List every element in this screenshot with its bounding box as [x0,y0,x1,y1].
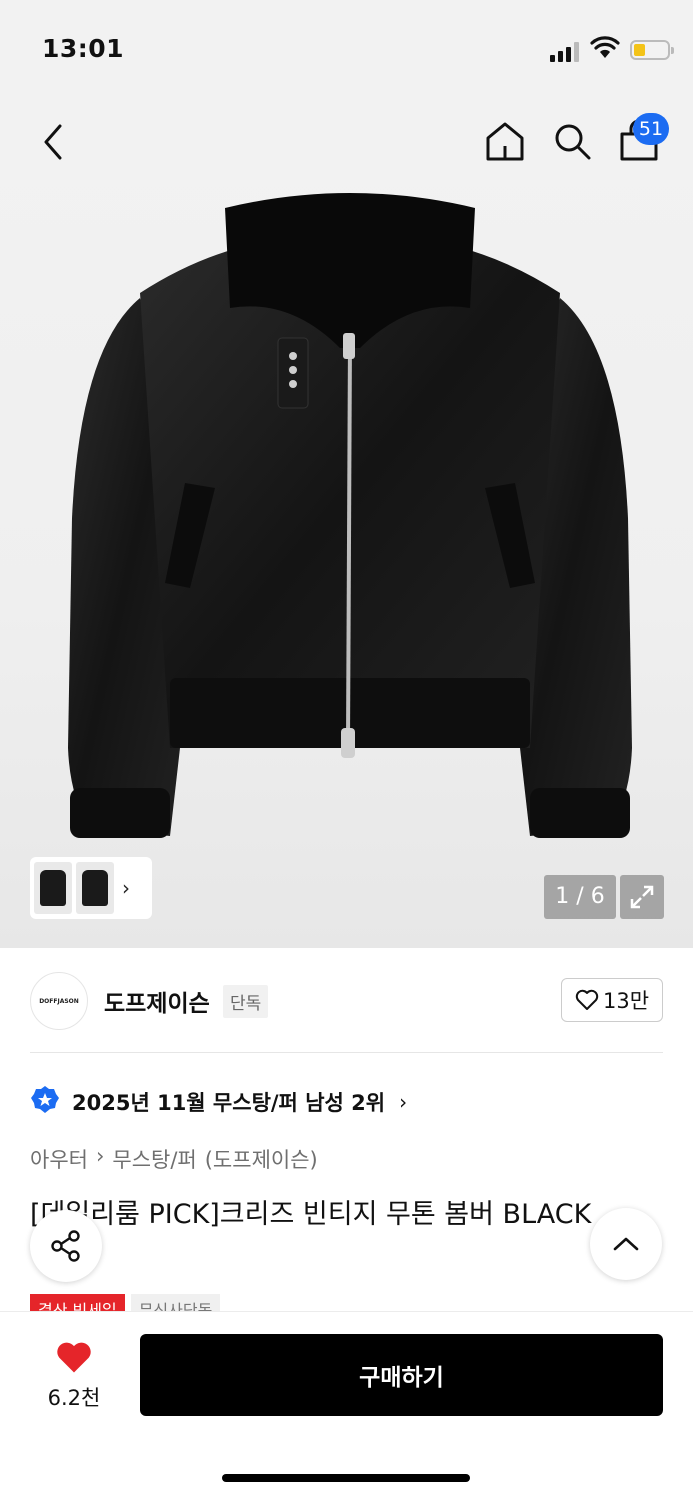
breadcrumb-brand[interactable]: (도프제이슨) [205,1144,318,1174]
chevron-right-icon: › [122,876,130,900]
breadcrumb-subcategory[interactable]: 무스탕/퍼 [112,1144,196,1174]
brand-name[interactable]: 도프제이슨 [104,984,210,1018]
brand-like-count: 13만 [602,989,650,1013]
bottom-action-bar: 6.2천 구매하기 [0,1311,693,1500]
thumbnail-1[interactable] [34,862,72,914]
breadcrumb-separator: › [95,1144,105,1168]
expand-icon[interactable] [620,875,664,919]
buy-button[interactable]: 구매하기 [140,1334,663,1416]
home-indicator [222,1474,470,1482]
thumbnail-2[interactable] [76,862,114,914]
product-title: [데일리룸 PICK]크리즈 빈티지 무톤 봄버 BLACK [30,1199,592,1230]
share-button[interactable] [30,1210,102,1282]
scroll-top-button[interactable] [590,1208,662,1280]
brand-row: DOFFJASON 도프제이슨 단독 13만 [30,970,663,1032]
battery-icon [630,40,674,60]
breadcrumb-category[interactable]: 아우터 [30,1144,88,1174]
signal-icon [550,40,582,62]
ranking-link[interactable]: 2025년 11월 무스탕/퍼 남성 2위 › [30,1085,407,1119]
search-icon[interactable] [552,120,592,162]
brand-logo[interactable]: DOFFJASON [30,972,88,1030]
wifi-icon [590,36,620,58]
divider [30,1052,663,1053]
share-icon [51,1230,80,1262]
chevron-up-icon [613,1237,639,1251]
chevron-right-icon: › [399,1090,408,1114]
brand-exclusive-tag: 단독 [223,985,269,1018]
product-image [68,193,632,838]
status-bar: 13:01 [0,0,693,100]
heart-filled-icon [57,1342,91,1373]
status-time: 13:01 [42,34,125,63]
heart-outline-icon [575,989,599,1010]
back-icon[interactable] [38,122,68,162]
product-like-count: 6.2천 [47,1386,101,1410]
breadcrumb: 아우터 › 무스탕/퍼 (도프제이슨) [30,1144,318,1174]
ranking-text: 2025년 11월 무스탕/퍼 남성 2위 [72,1091,386,1115]
rank-badge-icon [31,1086,59,1113]
cart-badge: 51 [633,113,669,145]
thumbnail-strip[interactable]: › [30,857,152,919]
product-like-button[interactable]: 6.2천 [38,1340,110,1412]
product-gallery[interactable]: › 1 / 6 [0,100,693,948]
image-counter: 1 / 6 [544,875,616,919]
home-icon[interactable] [484,120,526,162]
brand-like-button[interactable]: 13만 [561,978,663,1022]
